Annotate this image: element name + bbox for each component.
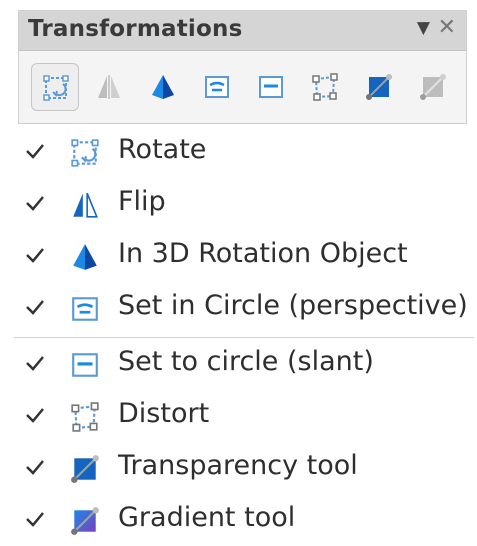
set-in-circle-perspective-icon bbox=[72, 297, 98, 321]
flip-icon bbox=[98, 75, 120, 99]
menu-item-3d-rotation-object[interactable]: In 3D Rotation Object bbox=[0, 230, 477, 282]
gradient-icon bbox=[71, 507, 99, 535]
transparency-icon bbox=[366, 74, 392, 100]
menu-item-label: Gradient tool bbox=[118, 502, 296, 533]
menu-item-label: Transparency tool bbox=[118, 450, 358, 481]
distort-tool-button[interactable] bbox=[301, 63, 349, 111]
check-icon bbox=[26, 512, 44, 527]
toolbar-tool-row bbox=[31, 63, 461, 115]
menu-item-flip[interactable]: Flip bbox=[0, 178, 477, 230]
gradient-icon bbox=[420, 74, 446, 100]
menu-item-transparency-tool[interactable]: Transparency tool bbox=[0, 442, 477, 494]
check-icon bbox=[26, 356, 44, 371]
check-icon bbox=[26, 460, 44, 475]
3d-rotation-tool-button[interactable] bbox=[139, 63, 187, 111]
transparency-icon bbox=[71, 455, 99, 483]
set-to-circle-slant-icon bbox=[72, 353, 98, 377]
menu-item-set-to-circle-slant[interactable]: Set to circle (slant) bbox=[0, 338, 477, 390]
set-to-circle-slant-tool-button[interactable] bbox=[247, 63, 295, 111]
menu-item-label: Set to circle (slant) bbox=[118, 346, 374, 377]
toolbar-titlebar[interactable]: Transformations ▼ ✕ bbox=[19, 11, 466, 51]
distort-icon bbox=[71, 402, 99, 432]
set-in-circle-perspective-tool-button[interactable] bbox=[193, 63, 241, 111]
menu-item-label: Flip bbox=[118, 186, 166, 217]
menu-item-gradient-tool[interactable]: Gradient tool bbox=[0, 494, 477, 546]
check-icon bbox=[26, 408, 44, 423]
menu-item-set-in-circle-perspective[interactable]: Set in Circle (perspective) bbox=[0, 282, 477, 334]
rotate-icon bbox=[71, 139, 99, 167]
menu-item-rotate[interactable]: Rotate bbox=[0, 126, 477, 178]
menu-item-distort[interactable]: Distort bbox=[0, 390, 477, 442]
set-in-circle-perspective-icon bbox=[205, 76, 229, 98]
rotate-tool-button[interactable] bbox=[31, 63, 79, 111]
3d-rotation-icon bbox=[152, 75, 174, 99]
check-icon bbox=[26, 248, 44, 263]
check-icon bbox=[26, 196, 44, 211]
set-to-circle-slant-icon bbox=[259, 76, 283, 98]
menu-item-label: Distort bbox=[118, 398, 210, 429]
transformations-toolbar: Transformations ▼ ✕ bbox=[18, 10, 467, 124]
check-icon bbox=[26, 300, 44, 315]
menu-item-label: Set in Circle (perspective) bbox=[118, 290, 468, 321]
transparency-tool-button[interactable] bbox=[355, 63, 403, 111]
3d-rotation-icon bbox=[73, 244, 97, 270]
check-icon bbox=[26, 144, 44, 159]
distort-icon bbox=[312, 73, 338, 101]
flip-tool-button[interactable] bbox=[85, 63, 133, 111]
flip-icon bbox=[73, 192, 98, 218]
toolbar-menu-arrow-icon[interactable]: ▼ bbox=[417, 18, 430, 38]
toolbar-title: Transformations bbox=[28, 16, 243, 42]
menu-item-label: In 3D Rotation Object bbox=[118, 238, 408, 269]
toolbar-close-icon[interactable]: ✕ bbox=[438, 15, 456, 40]
rotate-icon bbox=[43, 75, 69, 101]
gradient-tool-button[interactable] bbox=[409, 63, 457, 111]
menu-item-label: Rotate bbox=[118, 134, 207, 165]
